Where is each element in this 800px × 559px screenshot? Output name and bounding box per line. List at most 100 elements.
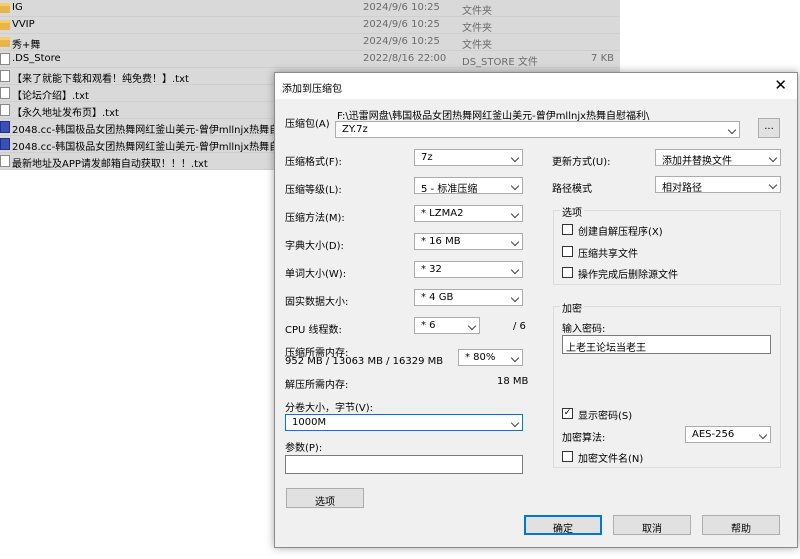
folder-icon [0,3,10,13]
show-password-label: 显示密码(S) [578,411,633,422]
archive-name-value: ZY.7z [342,124,368,135]
update-value: 添加并替换文件 [662,156,732,167]
format-value: 7z [421,152,433,163]
sfx-checkbox[interactable] [562,224,573,235]
chevron-down-icon [510,353,520,363]
chevron-down-icon [510,265,520,275]
dialog-title: 添加到压缩包 [282,84,342,95]
chevron-down-icon [510,153,520,163]
dialog-titlebar: 添加到压缩包 ✕ [275,73,797,99]
options-button[interactable]: 选项 [286,488,364,508]
file-date: 2024/9/6 10:25 [363,19,440,30]
volume-size-combo[interactable]: 1000M [285,414,523,431]
memory-decompress-label: 解压所需内存: [285,380,349,391]
dict-value: * 16 MB [421,236,461,247]
file-name: 【来了就能下载和观看！纯免费！】.txt [12,74,189,85]
encryption-method-value: AES-256 [692,429,735,440]
file-date: 2022/8/16 22:00 [363,53,447,64]
encryption-method-select[interactable]: AES-256 [685,426,771,443]
text-file-icon [0,87,10,99]
memory-usage-select[interactable]: * 80% [458,349,523,366]
list-item[interactable]: IG 2024/9/6 10:25 文件夹 [0,0,620,17]
help-button[interactable]: 帮助 [702,515,780,535]
delete-checkbox[interactable] [562,267,573,278]
encrypt-names-label: 加密文件名(N) [578,454,644,465]
chevron-down-icon [727,125,737,135]
update-label: 更新方式(U): [552,157,611,168]
chevron-down-icon [510,418,520,428]
chevron-down-icon [510,293,520,303]
shared-checkbox[interactable] [562,246,573,257]
options-group: 选项 创建自解压程序(X) 压缩共享文件 操作完成后删除源文件 [553,204,781,285]
add-to-archive-dialog: 添加到压缩包 ✕ 压缩包(A) F:\迅雷网盘\韩国极品女团热舞网红釜山美元-曾… [274,72,798,548]
file-type: 文件夹 [462,6,492,17]
archive-path: F:\迅雷网盘\韩国极品女团热舞网红釜山美元-曾伊mllnjx热舞自慰福利\ [337,111,650,122]
folder-icon [0,20,10,30]
list-item[interactable]: 秀+舞 2024/9/6 10:25 文件夹 [0,34,620,51]
text-file-icon [0,70,10,82]
ok-button[interactable]: 确定 [524,515,602,535]
pathmode-label: 路径模式 [552,184,592,195]
word-select[interactable]: * 32 [414,261,523,278]
list-item[interactable]: .DS_Store 2022/8/16 22:00 DS_STORE 文件 7 … [0,51,620,68]
encryption-group: 加密 输入密码: 上老王论坛当老王 ✓ 显示密码(S) 加密算法: AES-25… [553,300,781,468]
level-value: 5 - 标准压缩 [421,184,478,195]
sfx-label: 创建自解压程序(X) [578,227,663,238]
image-file-icon [0,138,10,150]
level-select[interactable]: 5 - 标准压缩 [414,177,523,195]
file-name: 最新地址及APP请发邮箱自动获取！！！.txt [12,159,208,170]
file-name: 【永久地址发布页】.txt [12,108,119,119]
format-label: 压缩格式(F): [285,157,342,168]
archive-name-combo[interactable]: ZY.7z [335,121,740,138]
solid-select[interactable]: * 4 GB [414,289,523,306]
params-input[interactable] [285,455,523,474]
file-icon [0,53,10,65]
cancel-button[interactable]: 取消 [613,515,691,535]
threads-label: CPU 线程数: [285,325,342,336]
format-select[interactable]: 7z [414,149,523,166]
archive-label: 压缩包(A) [285,119,330,130]
pathmode-select[interactable]: 相对路径 [655,176,781,194]
params-label: 参数(P): [285,443,323,454]
memory-decompress-value: 18 MB [497,376,529,387]
volume-size-value: 1000M [292,417,327,428]
file-name: 2048.cc-韩国极品女团热舞网红釜山美元-曾伊mllnjx热舞自慰 [12,142,290,153]
shared-label: 压缩共享文件 [578,249,638,260]
dict-label: 字典大小(D): [285,241,344,252]
chevron-down-icon [510,209,520,219]
close-icon[interactable]: ✕ [774,77,787,93]
chevron-down-icon [768,180,778,190]
chevron-down-icon [768,153,778,163]
threads-select[interactable]: * 6 [414,317,480,334]
word-label: 单词大小(W): [285,269,347,280]
file-type: DS_STORE 文件 [462,57,538,68]
method-value: * LZMA2 [421,208,464,219]
pathmode-value: 相对路径 [662,183,702,194]
file-name: .DS_Store [12,53,61,64]
show-password-checkbox[interactable]: ✓ [562,408,573,419]
method-select[interactable]: * LZMA2 [414,205,523,222]
file-name: VVIP [12,19,35,30]
chevron-down-icon [758,430,768,440]
encrypt-names-checkbox[interactable] [562,451,573,462]
file-type: 文件夹 [462,40,492,51]
dict-select[interactable]: * 16 MB [414,233,523,250]
update-select[interactable]: 添加并替换文件 [655,149,781,167]
folder-icon [0,37,10,47]
text-file-icon [0,155,10,167]
file-date: 2024/9/6 10:25 [363,36,440,47]
password-input[interactable]: 上老王论坛当老王 [562,335,771,354]
text-file-icon [0,104,10,116]
word-value: * 32 [421,264,442,275]
encryption-method-label: 加密算法: [562,433,606,444]
memory-usage-value: * 80% [465,352,496,363]
file-size: 7 KB [591,53,614,64]
level-label: 压缩等级(L): [285,185,342,196]
volume-label: 分卷大小，字节(V): [285,403,374,414]
method-label: 压缩方法(M): [285,213,345,224]
file-name: IG [12,2,23,13]
file-type: 文件夹 [462,23,492,34]
browse-button[interactable]: ... [758,118,780,138]
file-name: 秀+舞 [12,40,41,51]
list-item[interactable]: VVIP 2024/9/6 10:25 文件夹 [0,17,620,34]
